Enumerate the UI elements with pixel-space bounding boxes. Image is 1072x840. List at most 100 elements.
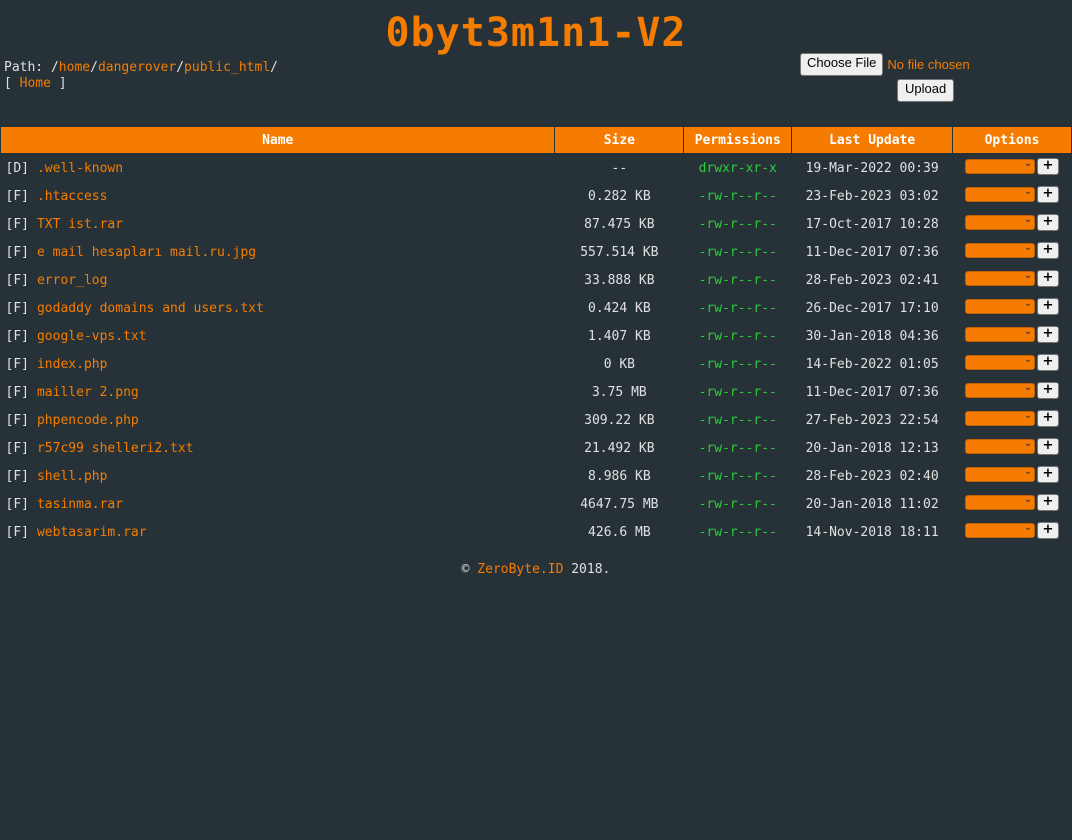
file-name-link[interactable]: webtasarim.rar <box>37 525 147 540</box>
file-permissions[interactable]: -rw-r--r-- <box>699 189 777 204</box>
file-permissions[interactable]: -rw-r--r-- <box>699 245 777 260</box>
file-name-link[interactable]: e mail hesapları mail.ru.jpg <box>37 245 256 260</box>
table-row: [F] error_log 33.888 KB -rw-r--r-- 28-Feb-20… <box>1 266 1072 294</box>
options-select[interactable]: ⌄ <box>965 438 1035 454</box>
options-go-button[interactable]: + <box>1037 522 1059 539</box>
footer-brand-link[interactable]: ZeroByte.ID <box>477 562 563 577</box>
file-permissions[interactable]: -rw-r--r-- <box>699 385 777 400</box>
table-row: [D] .well-known -- drwxr-xr-x 19-Mar-2022 00… <box>1 154 1072 183</box>
options-select[interactable]: ⌄ <box>965 466 1035 482</box>
table-row: [F] tasinma.rar 4647.75 MB -rw-r--r-- 20-Jan… <box>1 490 1072 518</box>
file-options: ⌄ + <box>953 350 1072 378</box>
file-size: 1.407 KB <box>588 328 651 344</box>
file-name-link[interactable]: shell.php <box>37 469 107 484</box>
options-select[interactable]: ⌄ <box>965 522 1035 538</box>
file-options: ⌄ + <box>953 322 1072 350</box>
choose-file-button[interactable]: Choose File <box>800 52 884 76</box>
file-name-link[interactable]: .well-known <box>37 161 123 176</box>
options-go-button[interactable]: + <box>1037 326 1059 343</box>
file-name-link[interactable]: error_log <box>37 273 107 288</box>
file-name-cell: [F] godaddy domains and users.txt <box>1 294 555 322</box>
options-go-button[interactable]: + <box>1037 494 1059 511</box>
file-last-update: 28-Feb-2023 02:40 <box>805 468 939 484</box>
options-go-button[interactable]: + <box>1037 158 1059 175</box>
file-permissions[interactable]: -rw-r--r-- <box>699 357 777 372</box>
options-go-button[interactable]: + <box>1037 466 1059 483</box>
file-name-link[interactable]: phpencode.php <box>37 413 139 428</box>
table-row: [F] r57c99 shelleri2.txt 21.492 KB -rw-r--r… <box>1 434 1072 462</box>
file-last-update: 20-Jan-2018 11:02 <box>805 496 939 512</box>
file-last-update: 11-Dec-2017 07:36 <box>805 244 939 260</box>
file-options: ⌄ + <box>953 154 1072 183</box>
options-go-button[interactable]: + <box>1037 214 1059 231</box>
file-name-link[interactable]: godaddy domains and users.txt <box>37 301 264 316</box>
file-name-link[interactable]: r57c99 shelleri2.txt <box>37 441 194 456</box>
page-title: 0byt3m1n1-V2 <box>385 10 687 56</box>
path-segment-home[interactable]: home <box>59 60 90 75</box>
file-permissions[interactable]: -rw-r--r-- <box>699 273 777 288</box>
chevron-down-icon: ⌄ <box>1023 214 1032 225</box>
file-permissions[interactable]: -rw-r--r-- <box>699 329 777 344</box>
options-go-button[interactable]: + <box>1037 438 1059 455</box>
file-name-link[interactable]: mailler 2.png <box>37 385 139 400</box>
upload-button[interactable]: Upload <box>897 79 955 102</box>
file-size: -- <box>611 160 628 176</box>
options-select[interactable]: ⌄ <box>965 298 1035 314</box>
file-name-link[interactable]: .htaccess <box>37 189 107 204</box>
path-segment-user[interactable]: dangerover <box>98 60 176 75</box>
options-select[interactable]: ⌄ <box>965 186 1035 202</box>
options-select[interactable]: ⌄ <box>965 494 1035 510</box>
options-go-button[interactable]: + <box>1037 354 1059 371</box>
home-link[interactable]: Home <box>20 76 51 91</box>
path-segment-public-html[interactable]: public_html <box>184 60 270 75</box>
file-permissions[interactable]: -rw-r--r-- <box>699 217 777 232</box>
file-type: [F] <box>5 188 29 204</box>
file-permissions-cell: -rw-r--r-- <box>684 182 792 210</box>
options-go-button[interactable]: + <box>1037 410 1059 427</box>
file-permissions-cell: -rw-r--r-- <box>684 210 792 238</box>
file-name-link[interactable]: tasinma.rar <box>37 497 123 512</box>
file-name-cell: [F] error_log <box>1 266 555 294</box>
file-permissions-cell: -rw-r--r-- <box>684 490 792 518</box>
chevron-down-icon: ⌄ <box>1023 494 1032 505</box>
file-permissions-cell: -rw-r--r-- <box>684 518 792 546</box>
file-size: 0 KB <box>603 356 636 372</box>
table-row: [F] index.php 0 KB -rw-r--r-- 14-Feb-2022 01… <box>1 350 1072 378</box>
chevron-down-icon: ⌄ <box>1023 326 1032 337</box>
file-permissions[interactable]: -rw-r--r-- <box>699 525 777 540</box>
file-size: 0.424 KB <box>588 300 651 316</box>
file-name-cell: [F] r57c99 shelleri2.txt <box>1 434 555 462</box>
options-select[interactable]: ⌄ <box>965 354 1035 370</box>
file-name-link[interactable]: index.php <box>37 357 107 372</box>
options-select[interactable]: ⌄ <box>965 242 1035 258</box>
file-permissions-cell: -rw-r--r-- <box>684 462 792 490</box>
file-name-link[interactable]: google-vps.txt <box>37 329 147 344</box>
file-permissions-cell: drwxr-xr-x <box>684 154 792 183</box>
file-permissions[interactable]: -rw-r--r-- <box>699 469 777 484</box>
options-select[interactable]: ⌄ <box>965 158 1035 174</box>
file-name-cell: [F] mailler 2.png <box>1 378 555 406</box>
options-select[interactable]: ⌄ <box>965 214 1035 230</box>
options-go-button[interactable]: + <box>1037 270 1059 287</box>
options-select[interactable]: ⌄ <box>965 382 1035 398</box>
options-go-button[interactable]: + <box>1037 186 1059 203</box>
file-permissions[interactable]: drwxr-xr-x <box>699 161 777 176</box>
file-picker: Choose File No file chosen <box>800 52 1060 76</box>
options-select[interactable]: ⌄ <box>965 270 1035 286</box>
file-name-cell: [F] tasinma.rar <box>1 490 555 518</box>
options-select[interactable]: ⌄ <box>965 410 1035 426</box>
file-permissions[interactable]: -rw-r--r-- <box>699 497 777 512</box>
file-name-link[interactable]: TXT ist.rar <box>37 217 123 232</box>
options-go-button[interactable]: + <box>1037 242 1059 259</box>
file-permissions[interactable]: -rw-r--r-- <box>699 413 777 428</box>
options-select[interactable]: ⌄ <box>965 326 1035 342</box>
options-go-button[interactable]: + <box>1037 298 1059 315</box>
options-go-button[interactable]: + <box>1037 382 1059 399</box>
file-permissions-cell: -rw-r--r-- <box>684 294 792 322</box>
chevron-down-icon: ⌄ <box>1023 242 1032 253</box>
file-permissions[interactable]: -rw-r--r-- <box>699 441 777 456</box>
file-permissions[interactable]: -rw-r--r-- <box>699 301 777 316</box>
chevron-down-icon: ⌄ <box>1023 270 1032 281</box>
file-permissions-cell: -rw-r--r-- <box>684 406 792 434</box>
file-size: 3.75 MB <box>591 384 647 400</box>
